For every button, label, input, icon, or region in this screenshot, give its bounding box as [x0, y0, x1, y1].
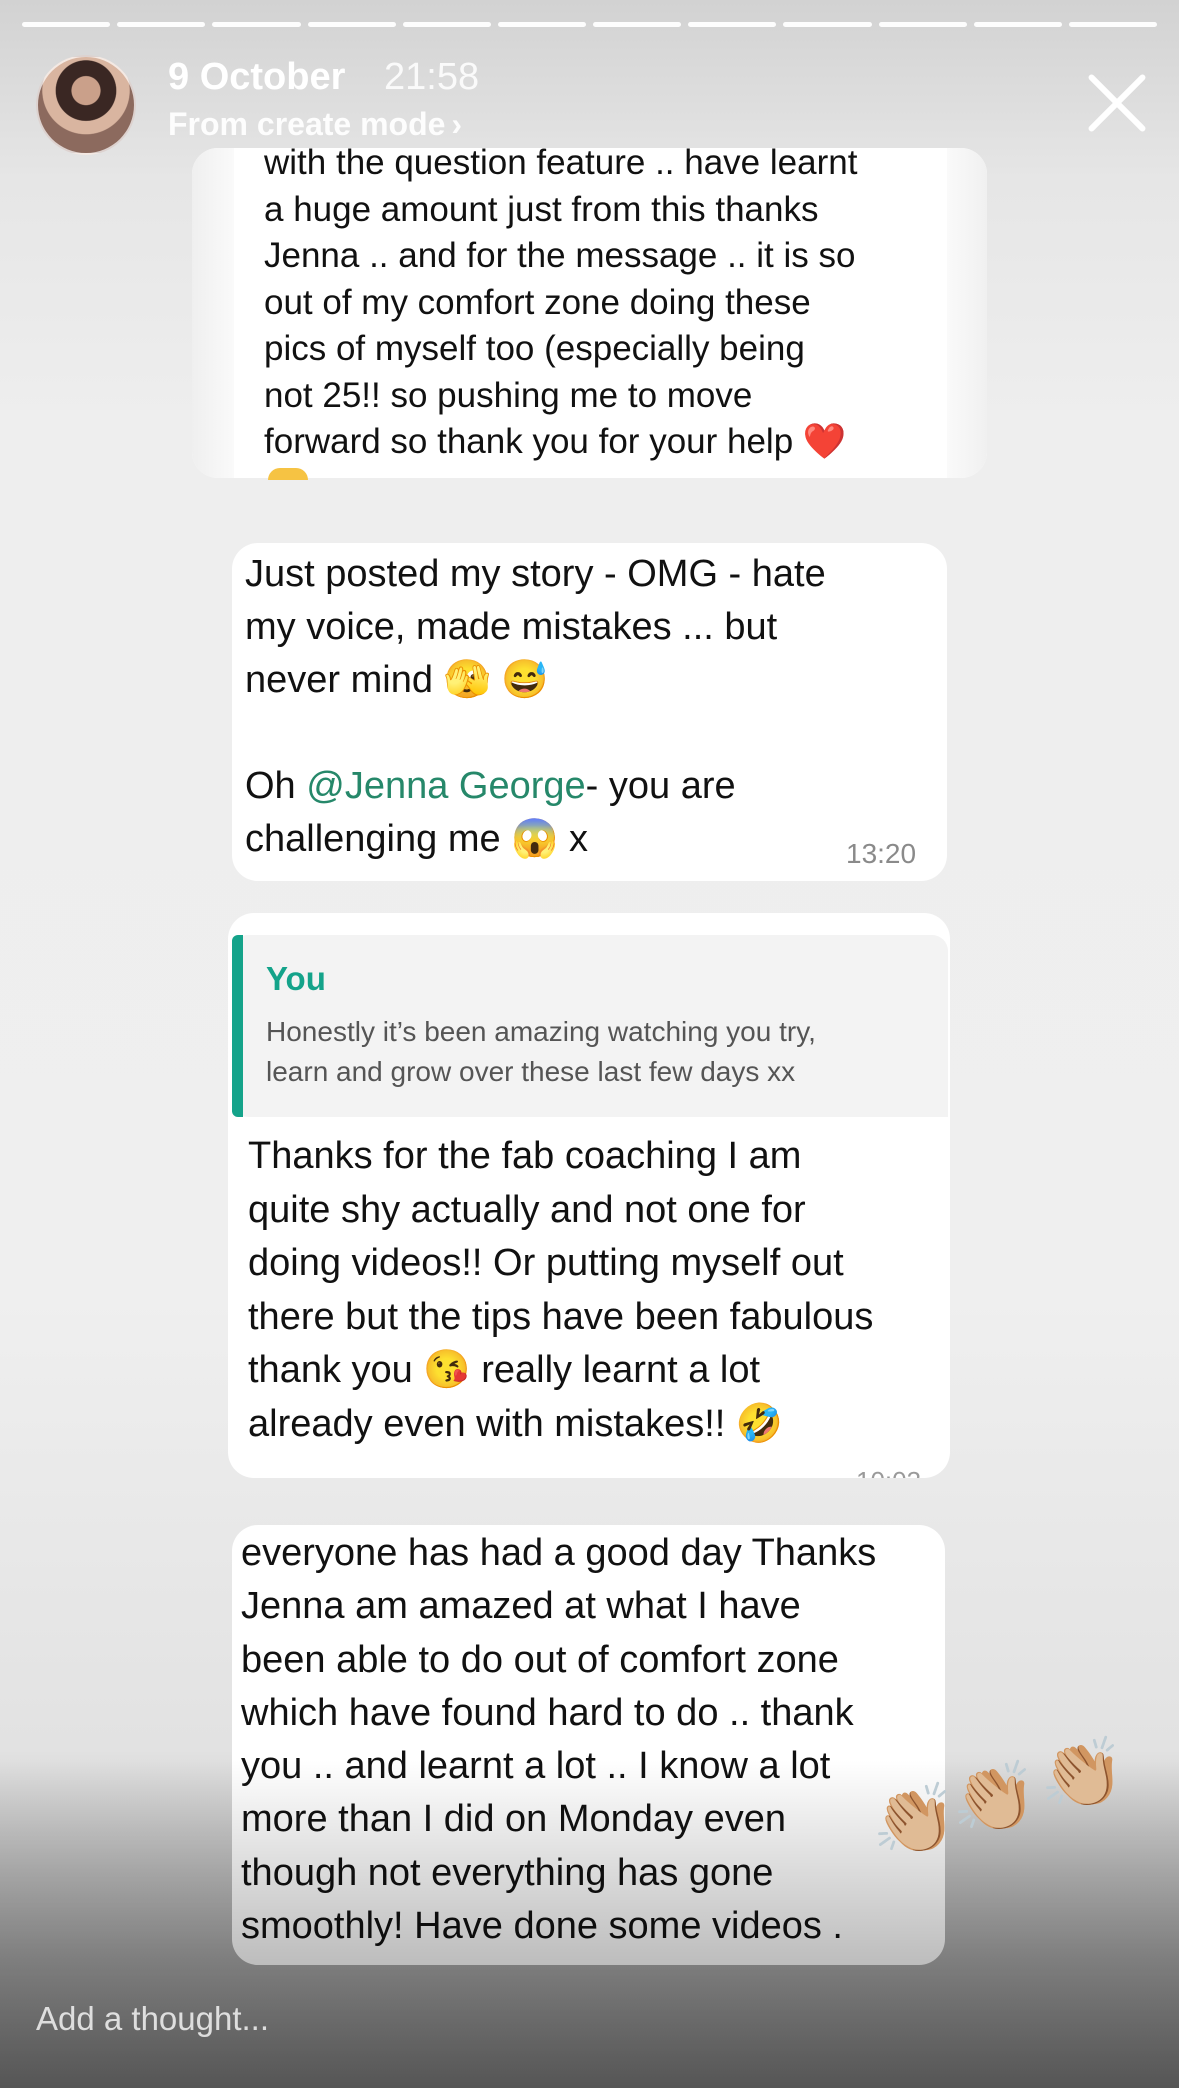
mention-link[interactable]: @Jenna George [306, 765, 585, 807]
chevron-right-icon: › [451, 106, 463, 142]
progress-segment [307, 22, 396, 27]
message-text: Just posted my story - OMG - hate my voi… [245, 548, 925, 866]
progress-segment [783, 22, 872, 27]
quote-author: You [266, 960, 326, 997]
story-progress-bar [22, 22, 1158, 28]
cropped-emoji-icon [268, 468, 308, 480]
clap-icon: 👏🏼 [872, 1781, 957, 1857]
message-timestamp: 10:03 [856, 1468, 936, 1478]
progress-segment [22, 22, 111, 27]
create-mode-label: From create mode [168, 106, 446, 142]
clap-icon: 👏🏼 [952, 1759, 1037, 1835]
create-mode-link[interactable]: From create mode › [168, 106, 462, 143]
progress-segment [497, 22, 587, 27]
quote-text: Honestly it’s been amazing watching you … [266, 1016, 816, 1087]
add-thought-input[interactable]: Add a thought... [36, 2000, 269, 2038]
message-timestamp: 13:20 [846, 838, 917, 869]
progress-segment [973, 22, 1062, 27]
message-text-part: Just posted my story - OMG - hate my voi… [245, 553, 826, 701]
close-icon[interactable] [1086, 70, 1150, 134]
story-date: 9 October [168, 56, 346, 98]
message-text-part: Oh [245, 765, 307, 807]
message-text: with the question feature .. have learnt… [264, 143, 858, 461]
progress-segment [688, 22, 777, 27]
progress-segment [402, 22, 491, 27]
message-text: everyone has had a good day Thanks Jenna… [241, 1532, 877, 1948]
quote-accent-bar [232, 935, 243, 1117]
progress-segment [212, 22, 301, 27]
story-time: 21:58 [384, 56, 480, 98]
progress-segment [117, 22, 206, 27]
bubble-edge [192, 148, 234, 478]
progress-segment [878, 22, 967, 27]
avatar[interactable] [36, 55, 136, 155]
bubble-edge [947, 148, 987, 478]
progress-segment [593, 22, 682, 27]
clap-icon: 👏🏼 [1040, 1735, 1125, 1811]
progress-segment [1068, 22, 1158, 27]
message-text: Thanks for the fab coaching I am quite s… [248, 1135, 874, 1445]
